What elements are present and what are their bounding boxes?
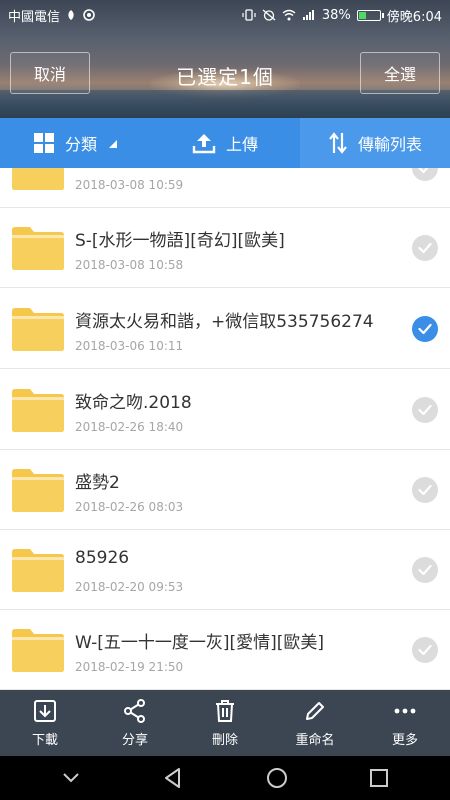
folder-icon	[12, 629, 64, 672]
tab-category-label: 分類	[64, 135, 97, 154]
share-button[interactable]: 分享	[90, 690, 180, 756]
pencil-icon	[306, 701, 324, 720]
tab-upload[interactable]: 上傳	[150, 118, 300, 168]
folder-icon	[12, 227, 64, 270]
checkbox-unchecked[interactable]	[412, 397, 438, 423]
file-date: 2018-02-19 21:50	[75, 660, 184, 674]
status-right: 38% 傍晚6:04	[242, 6, 442, 25]
grid-icon	[33, 133, 54, 153]
vibrate-icon	[242, 9, 256, 21]
file-date: 2018-02-20 09:53	[75, 580, 184, 594]
file-name: S-[水形一物語][奇幻][歐美]	[75, 231, 285, 251]
checkbox-unchecked[interactable]	[412, 637, 438, 663]
recents-icon[interactable]	[369, 768, 389, 788]
checkmark-icon	[418, 484, 432, 496]
file-date: 2018-03-08 10:59	[75, 178, 184, 192]
file-name: 資源太火易和諧，+微信取535756274	[75, 312, 374, 332]
cancel-button[interactable]: 取消	[10, 52, 90, 94]
folder-icon	[12, 308, 64, 351]
file-name: 致命之吻.2018	[75, 393, 192, 413]
file-list: 2018-03-08 10:59 S-[水形一物語][奇幻][歐美] 2018-03…	[0, 168, 450, 690]
download-button[interactable]: 下載	[0, 690, 90, 756]
alarm-off-icon	[262, 9, 276, 21]
checkmark-icon	[418, 564, 432, 576]
checkbox-unchecked[interactable]	[412, 235, 438, 261]
notification-icon	[68, 10, 74, 20]
checkmark-icon	[418, 242, 432, 254]
home-icon[interactable]	[266, 767, 288, 789]
selection-topbar: 取消 已選定1個 全選	[0, 52, 450, 98]
share-icon	[124, 698, 145, 723]
folder-icon	[12, 469, 64, 512]
tab-category[interactable]: 分類	[0, 118, 150, 168]
header-background: 中國電信 38% 傍晚6:04 取消 已選定1個 全選	[0, 0, 450, 118]
checkbox-unchecked[interactable]	[412, 477, 438, 503]
trash-icon	[216, 699, 234, 722]
tab-upload-label: 上傳	[225, 135, 258, 154]
more-button[interactable]: 更多	[360, 690, 450, 756]
battery-fill	[358, 11, 367, 19]
download-label: 下載	[31, 732, 58, 748]
action-tabbar: 分類 上傳 傳輸列表	[0, 118, 450, 168]
checkbox-unchecked[interactable]	[412, 168, 438, 181]
delete-button[interactable]: 刪除	[180, 690, 270, 756]
file-row[interactable]: W-[五一十一度一灰][愛情][歐美] 2018-02-19 21:50	[0, 610, 450, 690]
back-icon[interactable]	[162, 767, 184, 789]
folder-icon	[12, 549, 64, 592]
battery-icon	[356, 9, 384, 21]
file-date: 2018-03-06 10:11	[75, 339, 184, 353]
folder-icon	[12, 168, 64, 190]
file-row[interactable]: 2018-03-08 10:59	[0, 168, 450, 208]
carrier-name: 中國電信	[8, 9, 61, 25]
tab-transfer-list-label: 傳輸列表	[357, 135, 422, 154]
checkbox-unchecked[interactable]	[412, 557, 438, 583]
delete-label: 刪除	[211, 732, 238, 748]
transfer-icon	[329, 132, 347, 154]
checkbox-checked[interactable]	[412, 316, 438, 342]
signal-icon	[302, 10, 314, 20]
status-time: 傍晚6:04	[386, 9, 442, 25]
bottom-toolbar: 下載 分享 刪除 重命名 更多	[0, 690, 450, 756]
page-title: 已選定1個	[176, 64, 274, 89]
file-row[interactable]: S-[水形一物語][奇幻][歐美] 2018-03-08 10:58	[0, 208, 450, 288]
file-row[interactable]: 85926 2018-02-20 09:53	[0, 530, 450, 610]
select-all-button[interactable]: 全選	[360, 52, 440, 94]
upload-icon	[192, 134, 216, 154]
file-row[interactable]: 致命之吻.2018 2018-02-26 18:40	[0, 370, 450, 450]
file-name: 85926	[75, 548, 130, 568]
more-icon	[394, 708, 416, 713]
file-row[interactable]: 資源太火易和諧，+微信取535756274 2018-03-06 10:11	[0, 289, 450, 369]
download-icon	[34, 699, 56, 722]
checkmark-icon	[418, 168, 429, 174]
carrier-group: 中國電信	[8, 6, 96, 25]
file-date: 2018-02-26 18:40	[75, 420, 184, 434]
more-label: 更多	[391, 732, 418, 748]
system-nav-bar	[0, 756, 450, 800]
hide-nav-icon[interactable]	[61, 768, 81, 788]
status-bar: 中國電信 38% 傍晚6:04	[0, 0, 450, 30]
file-row[interactable]: 盛勢2 2018-02-26 08:03	[0, 450, 450, 530]
battery-percent: 38%	[321, 7, 351, 23]
file-name: W-[五一十一度一灰][愛情][歐美]	[75, 633, 325, 653]
checkmark-icon	[418, 323, 432, 335]
rename-button[interactable]: 重命名	[270, 690, 360, 756]
share-label: 分享	[121, 732, 148, 748]
file-name: 盛勢2	[75, 473, 120, 493]
folder-icon	[12, 389, 64, 432]
dropdown-triangle-icon	[109, 140, 117, 148]
file-date: 2018-02-26 08:03	[75, 500, 184, 514]
rename-label: 重命名	[295, 732, 335, 748]
file-date: 2018-03-08 10:58	[75, 258, 184, 272]
wifi-icon	[282, 9, 296, 21]
checkmark-icon	[418, 404, 432, 416]
sync-icon	[83, 9, 95, 21]
tab-transfer-list[interactable]: 傳輸列表	[300, 118, 450, 168]
checkmark-icon	[418, 644, 432, 656]
